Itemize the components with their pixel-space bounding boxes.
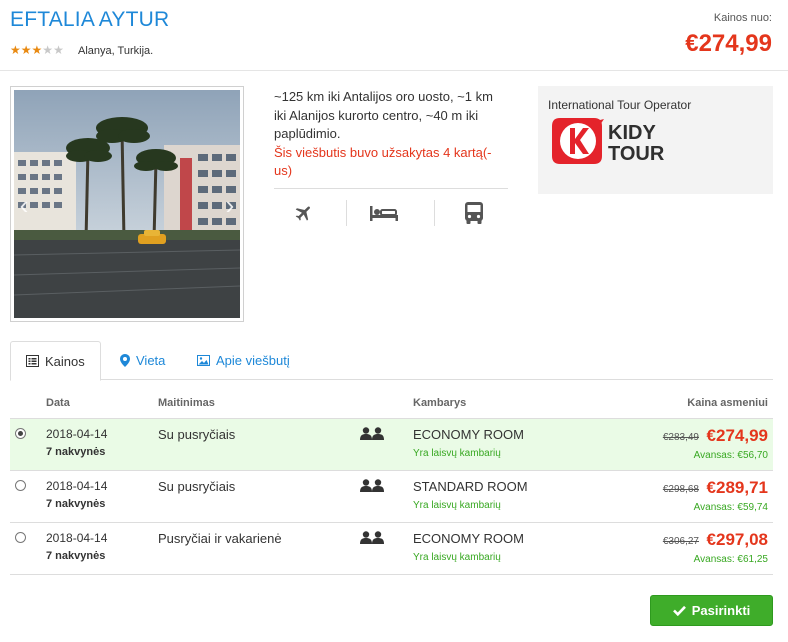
tab-location-label: Vieta (136, 353, 166, 368)
logo-text-tour: TOUR (608, 143, 665, 165)
column-header-date: Data (46, 397, 70, 409)
column-header-room: Kambarys (413, 397, 467, 409)
two-persons-icon (360, 531, 384, 547)
offer-row[interactable]: 2018-04-14 7 nakvynės Pusryčiai ir vakar… (10, 522, 773, 574)
description-text: ~125 km iki Antalijos oro uosto, ~1 km i… (274, 89, 493, 141)
offer-nights: 7 nakvynės (46, 446, 106, 458)
offer-radio[interactable] (15, 428, 26, 439)
description-divider (274, 188, 508, 189)
column-header-meal: Maitinimas (158, 397, 215, 409)
list-icon (26, 355, 39, 367)
star-empty-icon: ★ (53, 43, 64, 57)
offer-price: €289,71 (706, 478, 768, 497)
offer-date: 2018-04-14 (46, 479, 108, 493)
offer-availability: Yra laisvų kambarių (413, 448, 501, 459)
tour-operator-box: International Tour Operator KIDY TOUR (538, 86, 773, 194)
offer-nights: 7 nakvynės (46, 550, 106, 562)
hotel-photo-image (14, 90, 240, 318)
offer-old-price: €283,49 (662, 432, 699, 443)
offers-table-header: Data Maitinimas Kambarys Kaina asmeniui (10, 392, 773, 418)
hotel-title[interactable]: EFTALIA AYTUR (10, 8, 169, 32)
logo-text-kidy: KIDY (608, 122, 656, 144)
offer-price: €274,99 (706, 426, 768, 445)
offer-meal: Pusryčiai ir vakarienė (158, 531, 282, 546)
amenity-separator (434, 200, 435, 226)
tab-about-hotel[interactable]: Apie viešbutį (182, 341, 305, 380)
gallery-prev-arrow[interactable]: ‹ (16, 190, 32, 220)
select-offer-button[interactable]: Pasirinkti (650, 595, 773, 626)
offer-old-price: €298,68 (662, 484, 699, 495)
offer-room: STANDARD ROOM (413, 479, 528, 494)
offer-availability: Yra laisvų kambarių (413, 552, 501, 563)
hotel-photo-gallery[interactable]: ‹ › (10, 86, 244, 322)
offer-date: 2018-04-14 (46, 531, 108, 545)
offer-old-price: €306,27 (662, 536, 699, 547)
check-icon (672, 605, 686, 616)
tab-about-hotel-label: Apie viešbutį (216, 353, 290, 368)
offer-row[interactable]: 2018-04-14 7 nakvynės Su pusryčiais STAN… (10, 470, 773, 522)
offer-deposit: Avansas: €59,74 (693, 502, 768, 513)
two-persons-icon (360, 479, 384, 495)
offer-meal: Su pusryčiais (158, 479, 236, 494)
offer-deposit: Avansas: €56,70 (693, 450, 768, 461)
price-from-label: Kainos nuo: (713, 12, 772, 24)
hotel-location: Alanya, Turkija. (78, 45, 154, 57)
tab-prices[interactable]: Kainos (10, 341, 101, 381)
offer-availability: Yra laisvų kambarių (413, 500, 501, 511)
star-empty-icon: ★ (42, 43, 54, 57)
hotel-header: EFTALIA AYTUR ★★★★★ Alanya, Turkija. Kai… (0, 0, 788, 70)
price-from-value: €274,99 (685, 30, 772, 57)
gallery-next-arrow[interactable]: › (222, 190, 238, 220)
star-icon: ★ (10, 43, 21, 57)
table-bottom-border (10, 574, 773, 575)
offer-date: 2018-04-14 (46, 427, 108, 441)
map-marker-icon (120, 354, 130, 367)
offer-nights: 7 nakvynės (46, 498, 106, 510)
hotel-description: ~125 km iki Antalijos oro uosto, ~1 km i… (274, 88, 508, 181)
amenity-separator (346, 200, 347, 226)
offer-price: €297,08 (706, 530, 768, 549)
select-offer-label: Pasirinkti (691, 603, 751, 618)
star-icon: ★ (31, 43, 43, 57)
offer-row[interactable]: 2018-04-14 7 nakvynės Su pusryčiais ECON… (10, 418, 773, 470)
plane-icon (274, 198, 334, 228)
tab-location[interactable]: Vieta (105, 341, 180, 380)
hotel-photo[interactable]: ‹ › (14, 90, 240, 318)
hotel-tabs: Kainos Vieta Apie viešbutį (10, 341, 773, 381)
star-icon: ★ (20, 43, 32, 57)
picture-icon (197, 355, 210, 366)
offer-radio[interactable] (15, 480, 26, 491)
amenities-row (274, 198, 508, 228)
tour-operator-label: International Tour Operator (548, 98, 692, 112)
header-divider (0, 70, 788, 71)
offer-radio[interactable] (15, 532, 26, 543)
tab-prices-label: Kainos (45, 353, 85, 369)
bed-icon (354, 198, 414, 228)
column-header-price: Kaina asmeniui (687, 397, 768, 409)
kidy-tour-logo[interactable]: KIDY TOUR (548, 116, 678, 169)
booking-count-note: Šis viešbutis buvo užsakytas 4 kartą(-us… (274, 144, 492, 179)
offer-meal: Su pusryčiais (158, 427, 236, 442)
star-rating: ★★★★★ (10, 43, 64, 57)
offer-room: ECONOMY ROOM (413, 531, 524, 546)
offer-room: ECONOMY ROOM (413, 427, 524, 442)
offer-deposit: Avansas: €61,25 (693, 554, 768, 565)
bus-icon (444, 198, 504, 228)
two-persons-icon (360, 427, 384, 443)
